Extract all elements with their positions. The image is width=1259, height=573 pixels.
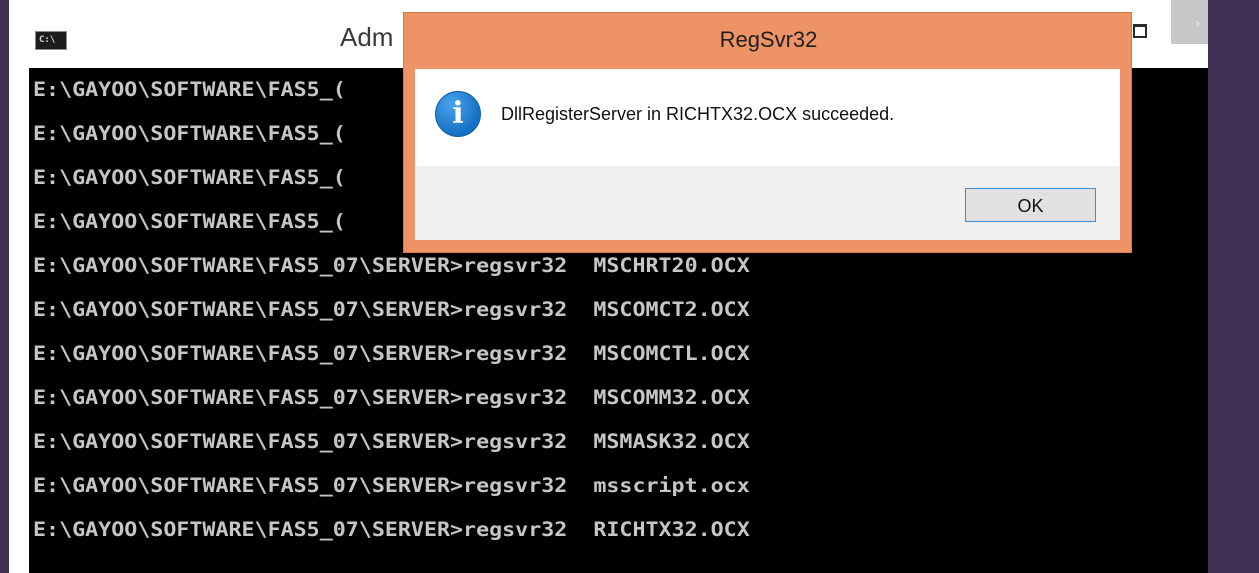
console-line: E:\GAYOO\SOFTWARE\FAS5_07\SERVER>regsvr3… (33, 386, 750, 409)
dialog-title: RegSvr32 (719, 27, 818, 52)
console-line: E:\GAYOO\SOFTWARE\FAS5_07\SERVER>regsvr3… (33, 298, 750, 321)
dialog-footer: OK (415, 166, 1120, 240)
info-icon: i (435, 91, 481, 137)
desktop-background-left (0, 0, 9, 573)
console-line: E:\GAYOO\SOFTWARE\FAS5_07\SERVER>regsvr3… (33, 518, 750, 541)
maximize-icon[interactable] (1133, 24, 1147, 38)
console-app-icon-text: C:\ (39, 35, 56, 45)
console-line: E:\GAYOO\SOFTWARE\FAS5_( (33, 166, 346, 189)
console-window-title: Adm (340, 22, 394, 52)
ok-button[interactable]: OK (965, 188, 1096, 222)
console-line: E:\GAYOO\SOFTWARE\FAS5_07\SERVER>regsvr3… (33, 474, 750, 497)
dialog-body: i DllRegisterServer in RICHTX32.OCX succ… (415, 69, 1120, 166)
console-line: E:\GAYOO\SOFTWARE\FAS5_( (33, 122, 346, 145)
desktop-background-right (1208, 0, 1259, 573)
console-line: E:\GAYOO\SOFTWARE\FAS5_07\SERVER>regsvr3… (33, 430, 750, 453)
info-icon-glyph: i (452, 96, 464, 131)
console-line: E:\GAYOO\SOFTWARE\FAS5_07\SERVER>regsvr3… (33, 342, 750, 365)
console-line: E:\GAYOO\SOFTWARE\FAS5_( (33, 78, 346, 101)
regsvr32-dialog: RegSvr32 i DllRegisterServer in RICHTX32… (403, 12, 1132, 253)
console-line: E:\GAYOO\SOFTWARE\FAS5_( (33, 210, 346, 233)
console-app-icon[interactable]: C:\ (35, 31, 67, 50)
close-button[interactable]: › (1171, 0, 1208, 44)
close-icon: › (1195, 16, 1201, 32)
dialog-message: DllRegisterServer in RICHTX32.OCX succee… (501, 104, 895, 124)
